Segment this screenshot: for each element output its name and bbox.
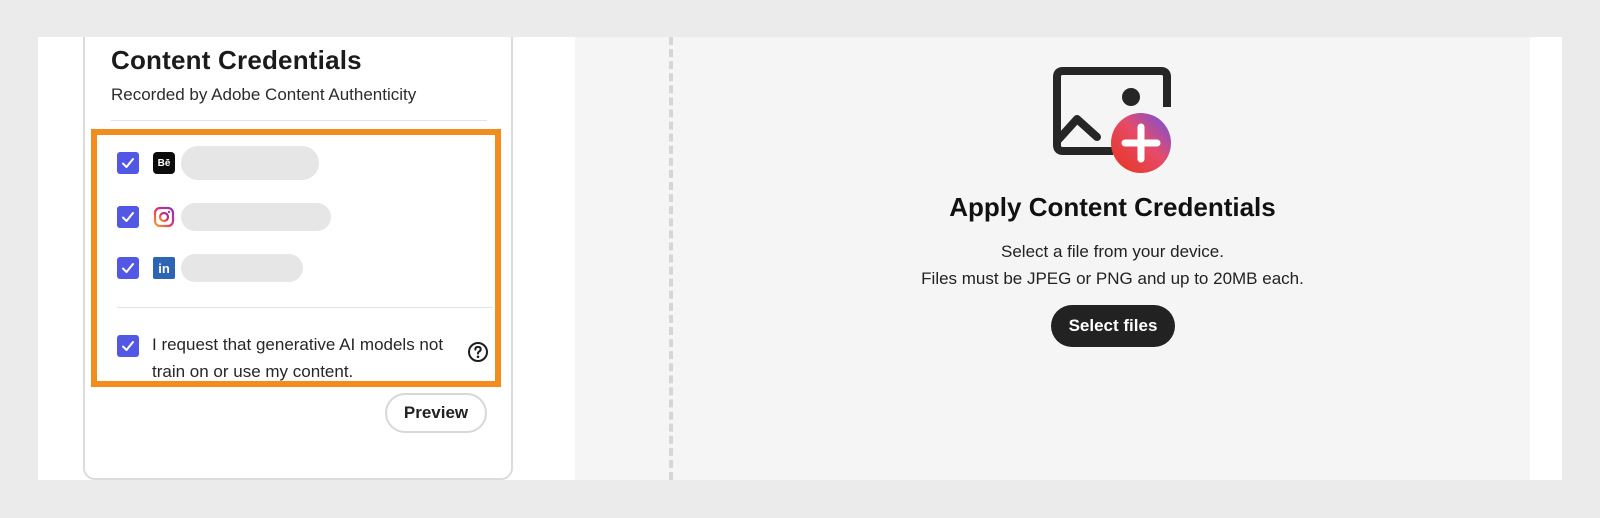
divider: [117, 307, 493, 308]
check-icon: [122, 212, 134, 222]
linkedin-glyph: in: [158, 260, 170, 276]
content-credentials-panel: Content Credentials Recorded by Adobe Co…: [83, 37, 513, 480]
check-icon: [122, 158, 134, 168]
select-files-button[interactable]: Select files: [1051, 305, 1175, 347]
linkedin-checkbox[interactable]: [117, 257, 139, 279]
help-icon[interactable]: [467, 341, 489, 368]
instagram-icon: [153, 206, 175, 228]
linkedin-icon: in: [153, 257, 175, 279]
account-name-placeholder: [181, 254, 303, 282]
behance-glyph: Bē: [157, 157, 171, 169]
account-name-placeholder: [181, 146, 319, 180]
dropzone-title: Apply Content Credentials: [949, 192, 1276, 222]
dropzone-instruction: Select a file from your device.: [1001, 242, 1224, 261]
app-frame: Content Credentials Recorded by Adobe Co…: [38, 37, 1562, 480]
add-image-icon: [1053, 67, 1175, 180]
behance-icon: Bē: [153, 152, 175, 174]
check-icon: [122, 263, 134, 273]
panel-subtitle: Recorded by Adobe Content Authenticity: [111, 85, 417, 104]
account-row-linkedin: in: [117, 252, 303, 284]
panel-title: Content Credentials: [111, 45, 362, 75]
ai-opt-out-label: I request that generative AI models not …: [152, 335, 444, 381]
check-icon: [122, 341, 134, 351]
behance-checkbox[interactable]: [117, 152, 139, 174]
instagram-checkbox[interactable]: [117, 206, 139, 228]
divider: [111, 120, 487, 121]
ai-opt-out-checkbox[interactable]: [117, 335, 139, 357]
account-name-placeholder: [181, 203, 331, 231]
file-drop-zone[interactable]: Apply Content Credentials Select a file …: [575, 37, 1530, 480]
account-row-instagram: [117, 201, 331, 233]
preview-button[interactable]: Preview: [385, 393, 487, 433]
dropzone-requirements: Files must be JPEG or PNG and up to 20MB…: [921, 269, 1304, 288]
highlight-box: Bē in I request that generative AI model…: [91, 129, 501, 387]
account-row-behance: Bē: [117, 146, 319, 180]
